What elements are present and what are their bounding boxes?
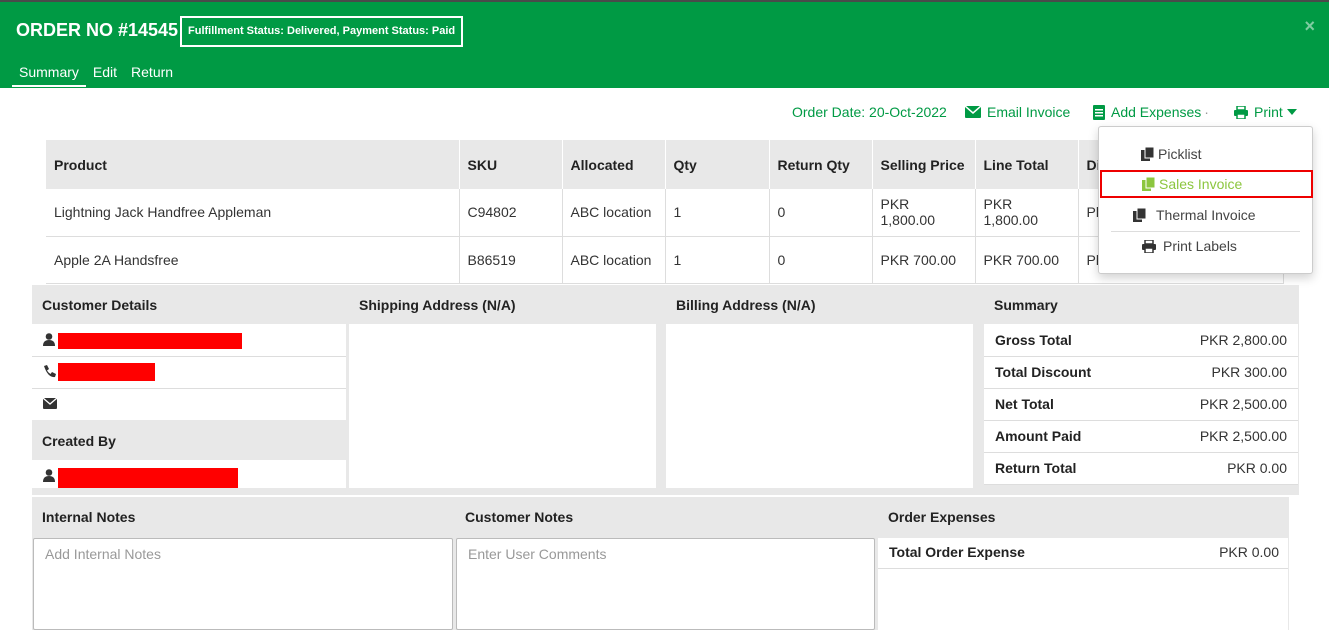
gross-total-value: PKR 2,800.00 [1199,332,1287,348]
printer-icon [1234,105,1248,119]
table-cell: 0 [769,236,873,284]
tab-summary[interactable]: Summary [12,62,86,87]
row-divider [984,452,1298,453]
row-divider [32,388,346,389]
table-cell: ABC location [562,236,666,284]
row-divider [984,356,1298,357]
redacted-phone [58,363,155,381]
document-icon [1093,104,1105,120]
row-divider [878,568,1288,569]
gross-total-label: Gross Total [995,332,1072,348]
billing-address-title: Billing Address (N/A) [676,297,816,313]
net-total-label: Net Total [995,396,1054,412]
menu-item-label: Thermal Invoice [1156,207,1256,223]
menu-item-sales-invoice[interactable]: Sales Invoice [1100,170,1313,198]
menu-item-thermal-invoice[interactable]: Thermal Invoice [1099,201,1312,229]
internal-notes-textarea[interactable]: Add Internal Notes [33,538,453,630]
redacted-name [58,333,242,349]
table-cell: 0 [769,189,873,237]
menu-item-print-labels[interactable]: Print Labels [1099,232,1312,260]
shipping-address-title: Shipping Address (N/A) [359,297,516,313]
order-date-label: Order Date: 20-Oct-2022 [792,104,947,120]
user-icon [43,469,55,482]
menu-item-label: Sales Invoice [1159,176,1243,192]
total-order-expense-label: Total Order Expense [889,544,1025,560]
order-title: ORDER NO #14545 [16,20,179,40]
table-cell: PKR 700.00 [975,236,1079,284]
column-header: Return Qty [769,140,873,189]
shipping-address-body [349,324,656,488]
phone-icon [44,365,56,378]
menu-item-label: Picklist [1158,146,1202,162]
billing-address-body [666,324,973,488]
table-cell: PKR 1,800.00 [975,189,1079,237]
amount-paid-label: Amount Paid [995,428,1082,444]
row-divider [984,420,1298,421]
caret-dot: · [1204,104,1209,120]
add-expenses-label: Add Expenses [1111,104,1202,120]
print-dropdown-menu: Picklist Sales Invoice Thermal Invoice P… [1098,126,1313,274]
tab-bar: Summary Edit Return [12,62,180,87]
total-order-expense-value: PKR 0.00 [1219,544,1279,560]
menu-item-label: Print Labels [1163,238,1237,254]
email-invoice-button[interactable]: Email Invoice [965,104,1070,120]
order-expenses-title: Order Expenses [888,509,996,525]
column-header: SKU [459,140,563,189]
customer-notes-textarea[interactable]: Enter User Comments [456,538,875,630]
table-cell: 1 [665,189,770,237]
email-invoice-label: Email Invoice [987,104,1071,120]
customer-details-title: Customer Details [42,297,158,313]
table-cell: Apple 2A Handsfree [46,236,460,284]
menu-item-picklist[interactable]: Picklist [1099,140,1312,168]
amount-paid-value: PKR 2,500.00 [1199,428,1287,444]
envelope-icon [965,106,981,118]
close-icon[interactable]: × [1304,16,1315,37]
net-total-value: PKR 2,500.00 [1199,396,1287,412]
total-discount-label: Total Discount [995,364,1092,380]
chevron-down-icon [1286,109,1297,115]
tab-return[interactable]: Return [124,62,180,87]
tab-edit[interactable]: Edit [86,62,124,87]
table-cell: 1 [665,236,770,284]
table-cell: PKR 1,800.00 [872,189,976,237]
printer-icon [1142,239,1156,253]
add-expenses-button[interactable]: Add Expenses · [1093,104,1209,120]
column-header: Product [46,140,460,189]
return-total-value: PKR 0.00 [1227,460,1287,476]
print-label: Print [1254,104,1283,120]
row-divider [984,484,1298,485]
column-header: Allocated [562,140,666,189]
table-cell: ABC location [562,189,666,237]
internal-notes-title: Internal Notes [42,509,136,525]
status-badge: Fulfillment Status: Delivered, Payment S… [180,16,464,47]
print-button[interactable]: Print [1234,104,1297,120]
table-cell: C94802 [459,189,563,237]
table-cell: B86519 [459,236,563,284]
redacted-creator [58,468,238,488]
created-by-title: Created By [42,433,116,449]
return-total-label: Return Total [995,460,1077,476]
user-icon [43,333,55,346]
column-header: Line Total [975,140,1079,189]
modal-header: ORDER NO #14545 Fulfillment Status: Deli… [0,0,1329,88]
summary-title: Summary [994,297,1058,313]
copy-icon [1133,208,1146,222]
copy-icon [1141,147,1154,161]
envelope-icon [43,398,57,409]
total-discount-value: PKR 300.00 [1211,364,1288,380]
row-divider [32,356,346,357]
customer-notes-title: Customer Notes [465,509,574,525]
copy-icon [1142,177,1155,191]
row-divider [984,388,1298,389]
table-cell: Lightning Jack Handfree Appleman [46,189,460,237]
table-cell: PKR 700.00 [872,236,976,284]
column-header: Selling Price [872,140,976,189]
order-date: Order Date: 20-Oct-2022 [792,104,947,120]
column-header: Qty [665,140,770,189]
order-actions-bar: Order Date: 20-Oct-2022 Email Invoice Ad… [0,104,1329,124]
